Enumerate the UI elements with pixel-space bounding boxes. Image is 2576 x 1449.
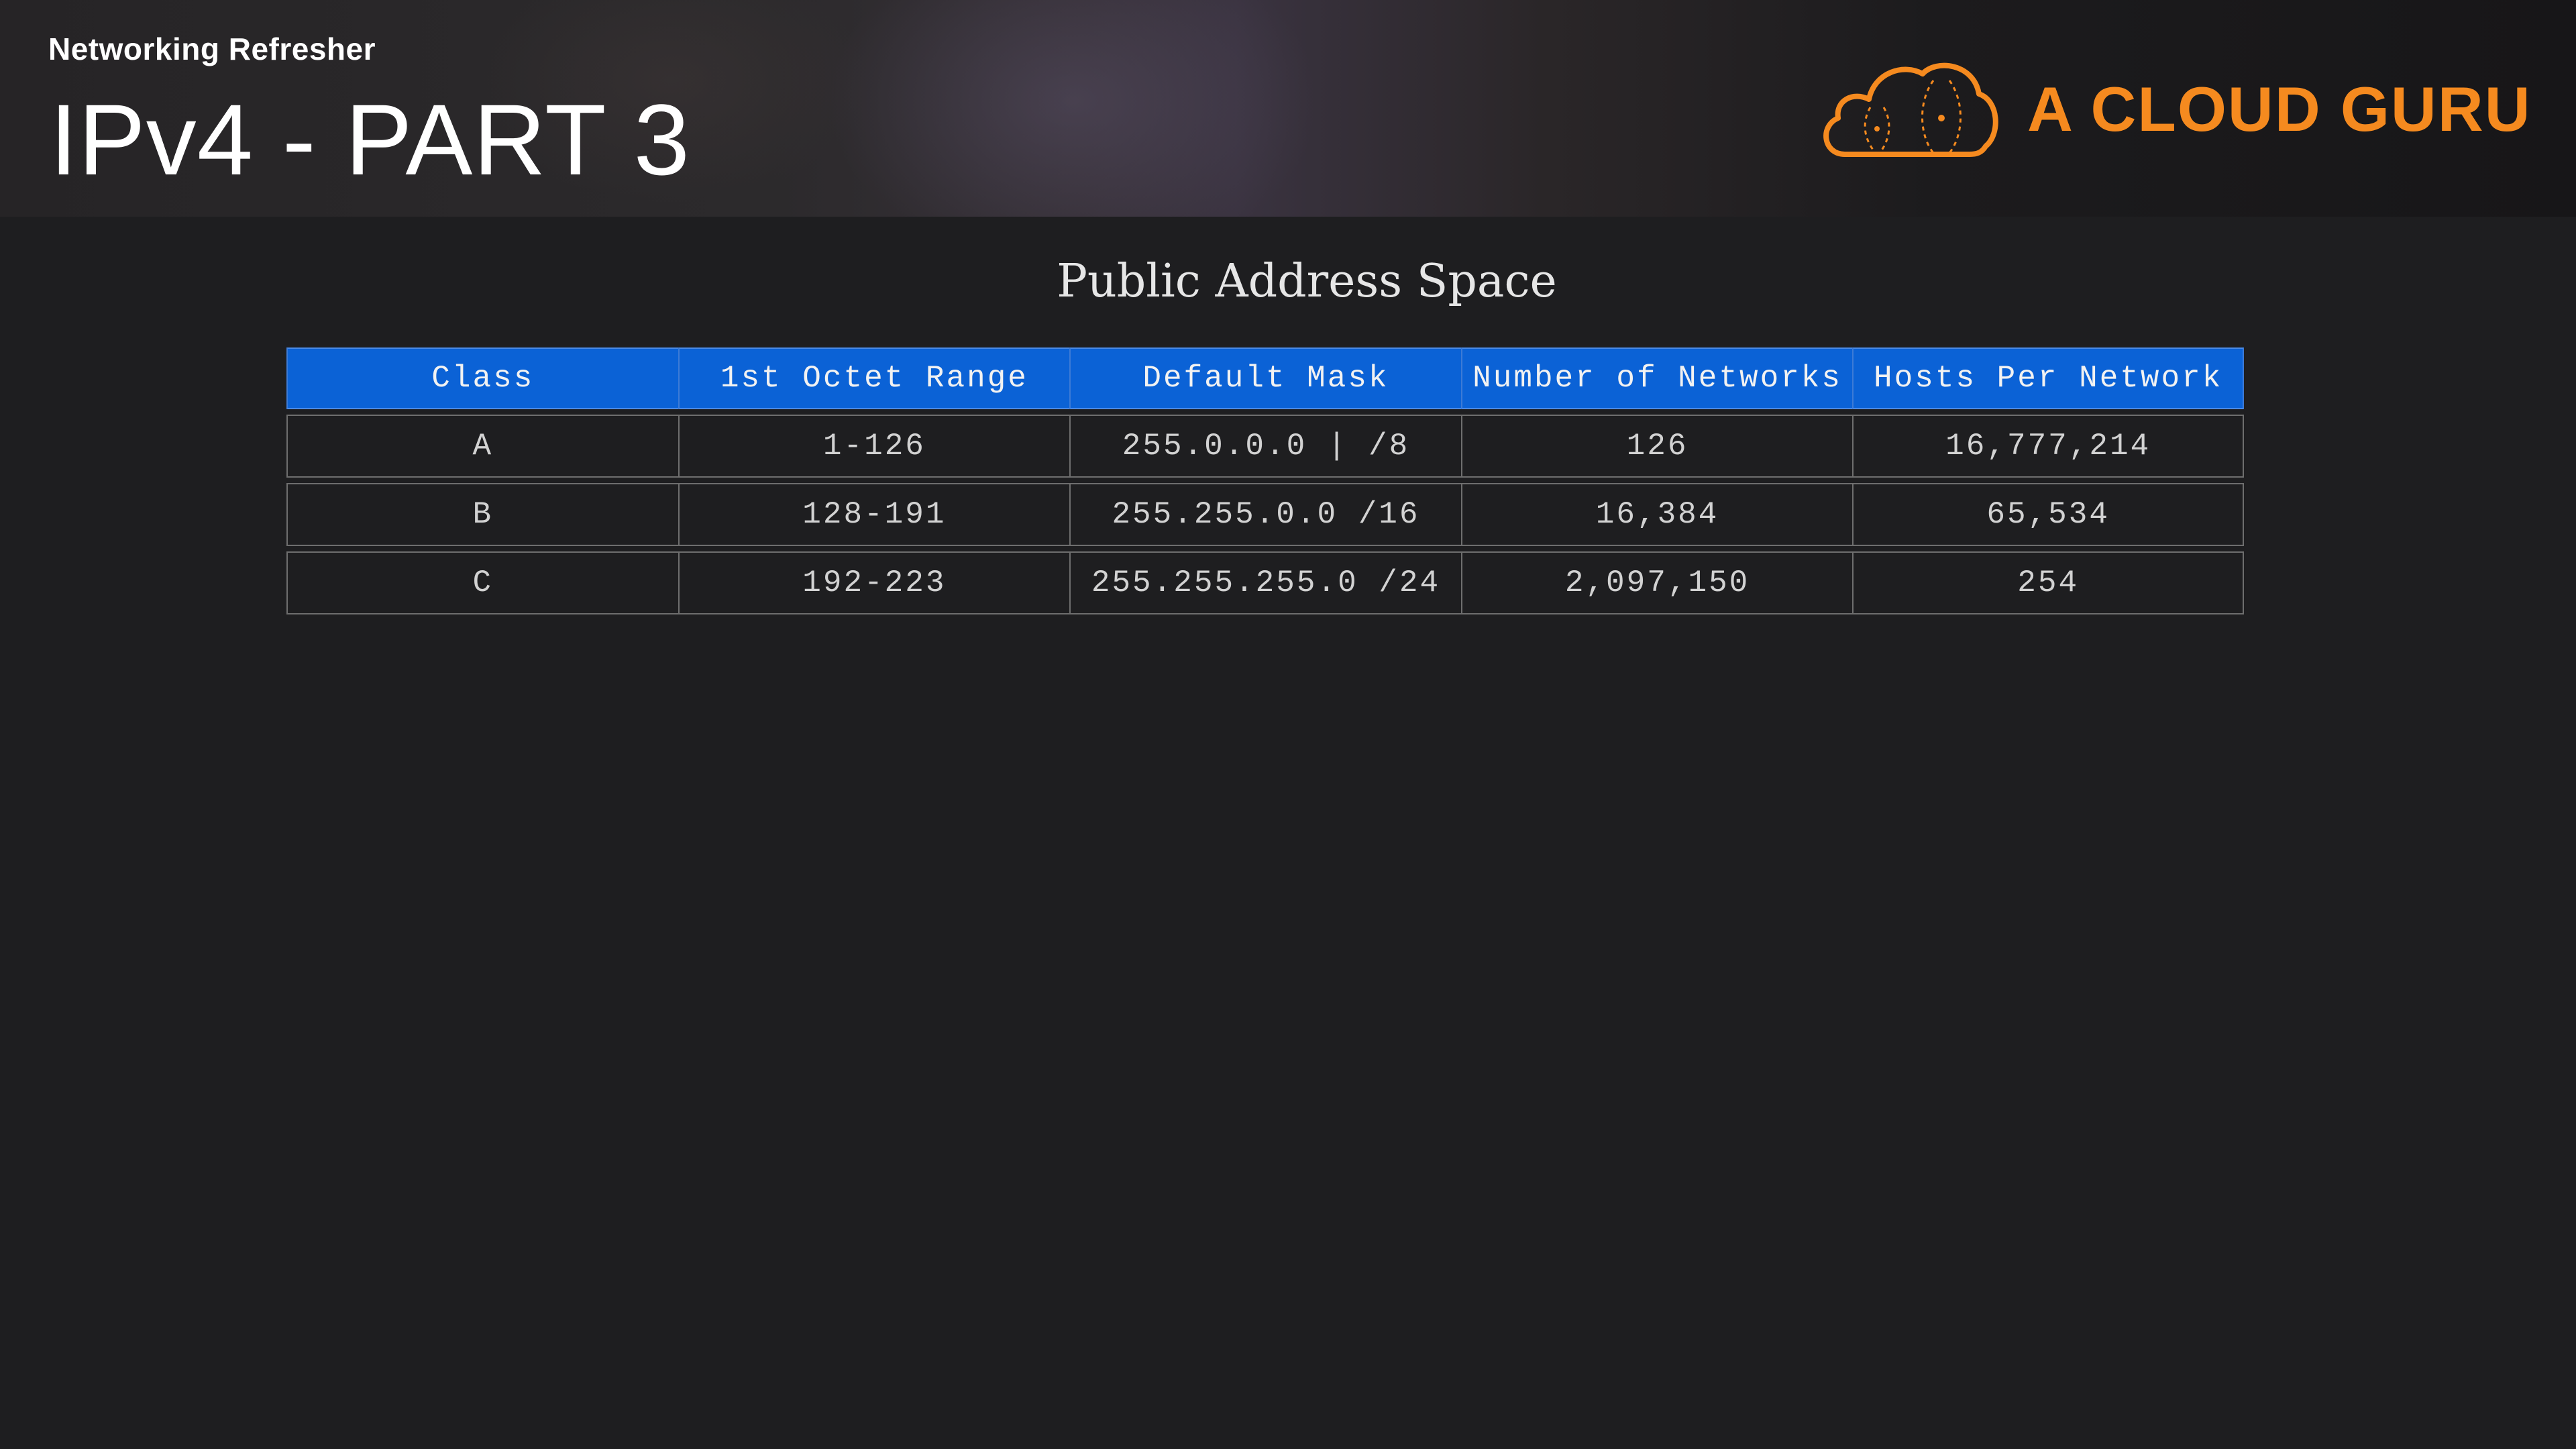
table-row: C 192-223 255.255.255.0 /24 2,097,150 25… [286, 551, 2244, 614]
logo-text: A CLOUD GURU [2027, 74, 2532, 144]
cloud-icon [1823, 62, 1998, 157]
cell-hosts-per-network: 65,534 [1852, 483, 2244, 546]
column-header-default-mask: Default Mask [1069, 347, 1461, 409]
cell-octet-range: 192-223 [678, 551, 1070, 614]
cell-octet-range: 128-191 [678, 483, 1070, 546]
cell-hosts-per-network: 16,777,214 [1852, 415, 2244, 478]
cell-default-mask: 255.255.255.0 /24 [1069, 551, 1461, 614]
cell-number-of-networks: 2,097,150 [1460, 551, 1853, 614]
table-header-row: Class 1st Octet Range Default Mask Numbe… [286, 347, 2244, 409]
column-header-octet-range: 1st Octet Range [678, 347, 1070, 409]
cell-class: C [286, 551, 678, 614]
header-banner: Networking Refresher IPv4 - PART 3 A CLO… [0, 0, 2576, 217]
cell-number-of-networks: 16,384 [1460, 483, 1853, 546]
brand-logo: A CLOUD GURU [1818, 54, 2530, 168]
address-class-table: Class 1st Octet Range Default Mask Numbe… [286, 342, 2244, 620]
column-header-hosts-per-network: Hosts Per Network [1852, 347, 2244, 409]
cell-class: B [286, 483, 678, 546]
cell-number-of-networks: 126 [1460, 415, 1853, 478]
course-name: Networking Refresher [48, 32, 376, 66]
column-header-class: Class [286, 347, 678, 409]
cell-octet-range: 1-126 [678, 415, 1070, 478]
table-row: B 128-191 255.255.0.0 /16 16,384 65,534 [286, 483, 2244, 546]
cell-hosts-per-network: 254 [1852, 551, 2244, 614]
cell-class: A [286, 415, 678, 478]
lesson-title: IPv4 - PART 3 [50, 83, 691, 196]
column-header-number-of-networks: Number of Networks [1460, 347, 1853, 409]
table-row: A 1-126 255.0.0.0 | /8 126 16,777,214 [286, 415, 2244, 478]
cell-default-mask: 255.0.0.0 | /8 [1069, 415, 1461, 478]
cell-default-mask: 255.255.0.0 /16 [1069, 483, 1461, 546]
slide-heading: Public Address Space [1057, 255, 1557, 308]
